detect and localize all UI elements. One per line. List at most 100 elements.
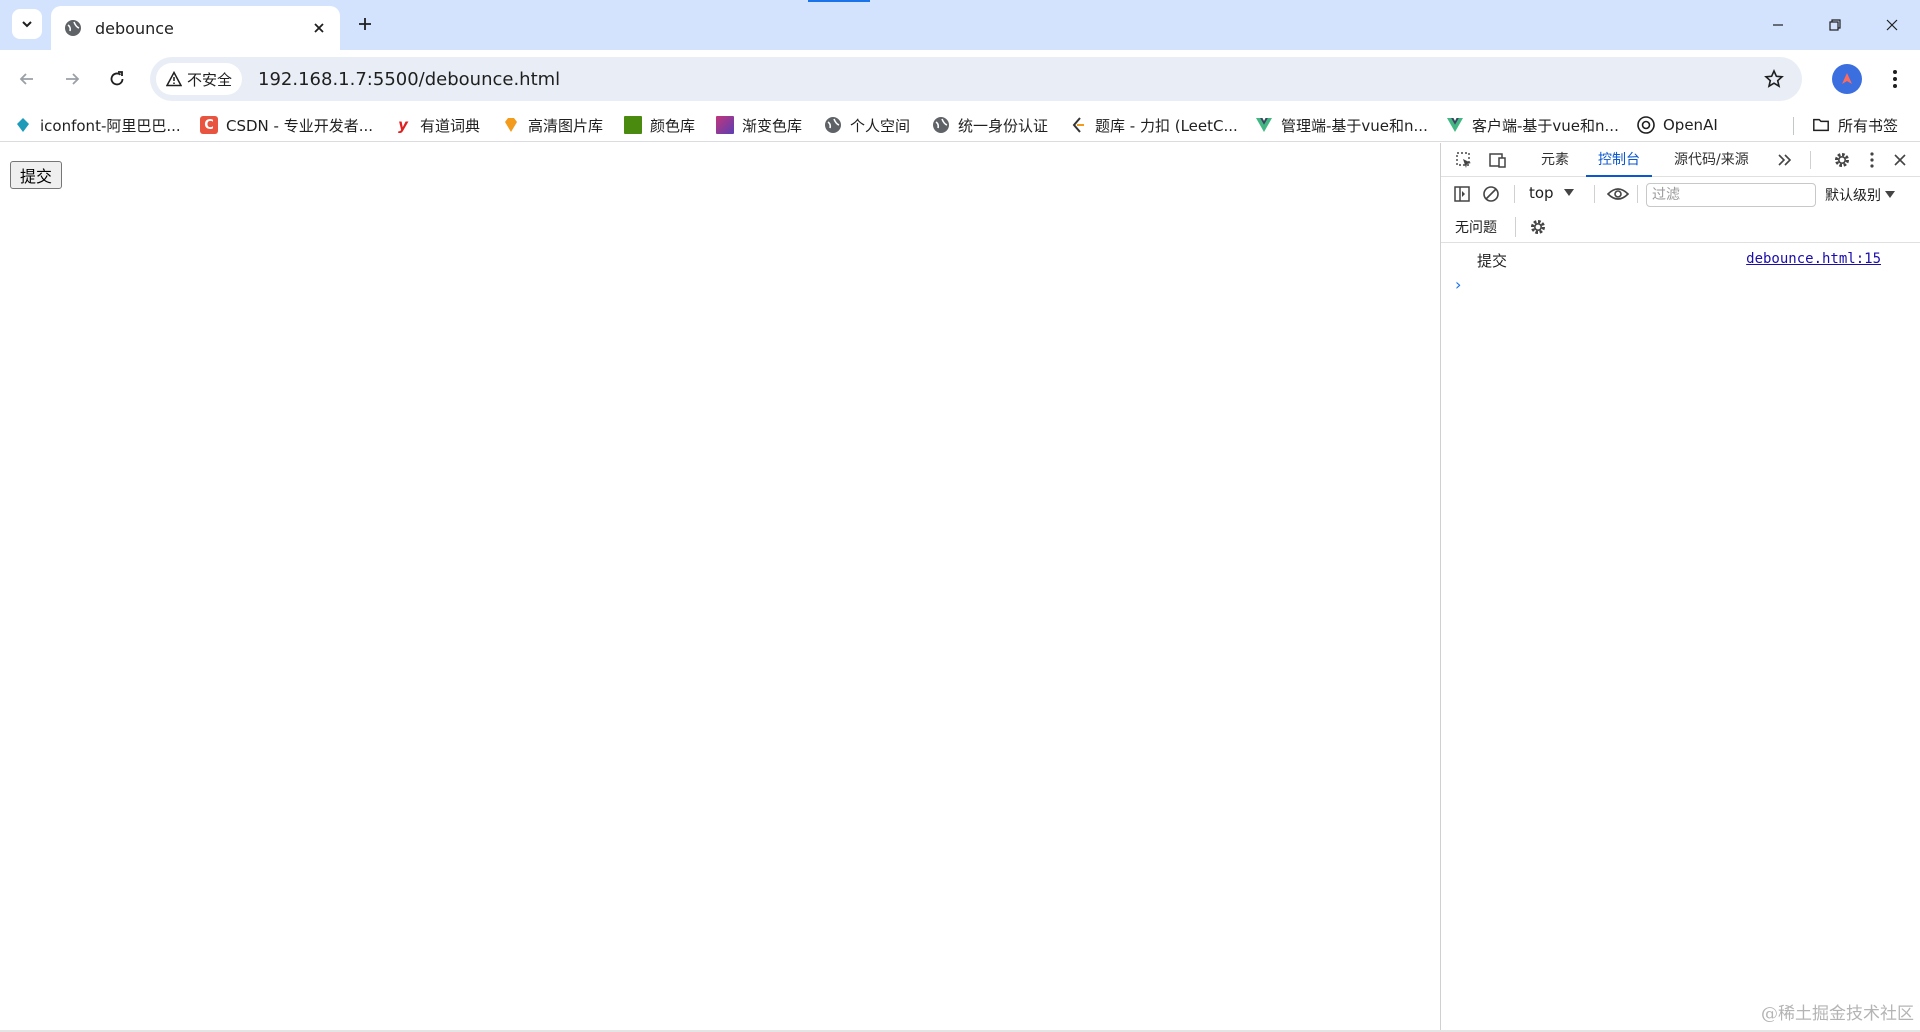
console-prompt[interactable]: › [1455, 275, 1461, 294]
bookmark-item[interactable]: 个人空间 [824, 113, 910, 137]
sidebar-toggle-button[interactable] [1449, 181, 1475, 207]
back-button[interactable] [10, 62, 44, 96]
gradient-square-icon [716, 116, 734, 134]
avatar-icon [1842, 73, 1852, 84]
window-controls [1749, 0, 1920, 50]
submit-button[interactable]: 提交 [10, 161, 62, 189]
star-icon [1764, 69, 1784, 88]
settings-button[interactable] [1829, 147, 1855, 173]
browser-toolbar: 不安全 192.168.1.7:5500/debounce.html [0, 50, 1920, 108]
csdn-icon: C [200, 116, 218, 134]
reload-button[interactable] [100, 62, 134, 96]
vue-icon [1255, 116, 1273, 134]
tab-title: debounce [95, 18, 174, 38]
close-tab-icon[interactable] [308, 17, 330, 39]
devtools-tab-bar: 元素 控制台 源代码/来源 [1441, 143, 1920, 177]
leetcode-icon [1069, 116, 1087, 134]
bookmark-item[interactable]: C CSDN - 专业开发者... [200, 113, 373, 137]
bookmark-item[interactable]: OpenAI [1637, 113, 1718, 137]
address-bar[interactable]: 不安全 192.168.1.7:5500/debounce.html [150, 57, 1802, 101]
block-icon [1483, 186, 1499, 202]
bookmark-star-button[interactable] [1754, 59, 1794, 99]
bookmark-item[interactable]: 题库 - 力扣 (LeetC... [1069, 113, 1238, 137]
all-bookmarks-button[interactable]: 所有书签 [1812, 113, 1898, 137]
new-tab-button[interactable] [351, 10, 379, 38]
browser-tab[interactable]: debounce [51, 6, 340, 50]
console-settings-button[interactable] [1525, 214, 1551, 240]
clear-console-button[interactable] [1478, 181, 1504, 207]
toolbar-divider [1515, 217, 1516, 237]
device-icon [1489, 153, 1506, 168]
tab-elements[interactable]: 元素 [1541, 143, 1569, 177]
double-chevron-right-icon [1778, 154, 1792, 166]
log-level-selector[interactable]: 默认级别 [1825, 185, 1895, 205]
inspect-element-button[interactable] [1451, 147, 1477, 173]
devtools-panel: 元素 控制台 源代码/来源 top 过滤 默认级别 无问题 提交 debounc… [1440, 143, 1920, 1032]
caret-down-icon [1885, 191, 1895, 198]
console-toolbar: top 默认级别 [1441, 177, 1920, 211]
bookmark-item[interactable]: 客户端-基于vue和n... [1446, 113, 1619, 137]
tab-strip: debounce [0, 0, 1920, 50]
devtools-menu-button[interactable] [1859, 147, 1885, 173]
globe-icon [932, 116, 950, 134]
gear-icon [1835, 153, 1849, 167]
minimize-icon [1772, 24, 1783, 26]
browser-menu-button[interactable] [1878, 62, 1912, 96]
arrow-left-icon [19, 73, 33, 85]
loading-indicator [808, 0, 870, 2]
sidebar-icon [1454, 186, 1470, 202]
globe-icon [63, 18, 83, 38]
issues-label[interactable]: 无问题 [1455, 217, 1497, 237]
bookmark-item[interactable]: 管理端-基于vue和n... [1255, 113, 1428, 137]
vue-icon [1446, 116, 1464, 134]
toolbar-divider [1594, 185, 1595, 203]
profile-avatar[interactable] [1832, 64, 1862, 94]
more-vertical-icon [1893, 70, 1897, 88]
more-tabs-button[interactable] [1772, 147, 1798, 173]
bookmark-item[interactable]: 颜色库 [624, 113, 695, 137]
bookmarks-bar: iconfont-阿里巴巴... C CSDN - 专业开发者... y 有道词… [0, 108, 1920, 142]
restore-button[interactable] [1806, 0, 1863, 50]
chevron-down-icon [22, 21, 32, 28]
gear-icon [1531, 220, 1545, 234]
tab-search-button[interactable] [12, 9, 42, 39]
tab-sources[interactable]: 源代码/来源 [1674, 143, 1749, 177]
forward-button[interactable] [55, 62, 89, 96]
bookmark-item[interactable]: 高清图片库 [502, 113, 603, 137]
globe-icon [824, 116, 842, 134]
close-devtools-button[interactable] [1887, 147, 1913, 173]
device-toolbar-button[interactable] [1485, 147, 1511, 173]
minimize-button[interactable] [1749, 0, 1806, 50]
bookmark-item[interactable]: y 有道词典 [394, 113, 480, 137]
toolbar-divider [1810, 151, 1811, 169]
security-chip[interactable]: 不安全 [156, 63, 243, 95]
log-message: 提交 [1477, 252, 1508, 270]
iconfont-icon [14, 116, 32, 134]
log-source-link[interactable]: debounce.html:15 [1746, 251, 1881, 267]
console-log-row: 提交 debounce.html:15 [1441, 245, 1920, 273]
close-window-button[interactable] [1863, 0, 1920, 50]
security-label: 不安全 [187, 70, 233, 89]
tab-console[interactable]: 控制台 [1586, 143, 1652, 177]
folder-icon [1812, 116, 1830, 134]
bookmark-item[interactable]: 统一身份认证 [932, 113, 1048, 137]
watermark: @稀土掘金技术社区 [1761, 1004, 1914, 1024]
url-text[interactable]: 192.168.1.7:5500/debounce.html [258, 69, 1754, 90]
issues-bar: 无问题 [1441, 211, 1920, 243]
gem-icon [502, 116, 520, 134]
color-square-icon [624, 116, 642, 134]
openai-icon [1637, 116, 1655, 134]
close-icon [1886, 19, 1897, 31]
toolbar-divider [1637, 185, 1638, 203]
more-vertical-icon [1870, 152, 1874, 168]
toolbar-divider [1514, 185, 1515, 203]
bookmark-item[interactable]: iconfont-阿里巴巴... [14, 113, 181, 137]
bookmarks-divider [1793, 117, 1794, 135]
live-expression-button[interactable] [1605, 181, 1631, 207]
restore-icon [1828, 19, 1841, 31]
inspect-icon [1456, 152, 1471, 168]
bookmark-item[interactable]: 渐变色库 [716, 113, 802, 137]
context-selector[interactable]: top [1529, 184, 1574, 202]
caret-down-icon [1563, 189, 1574, 196]
filter-input[interactable] [1646, 183, 1816, 207]
